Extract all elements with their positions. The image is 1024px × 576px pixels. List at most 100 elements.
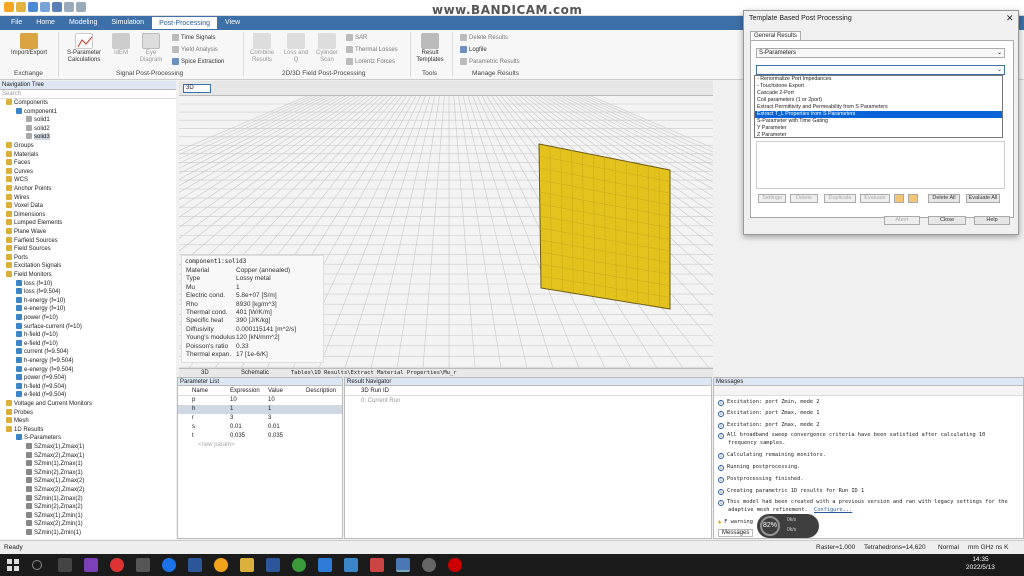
loss-q-button[interactable]: Loss and Q: [282, 33, 310, 64]
bandicam-icon[interactable]: [448, 558, 462, 572]
eye-diagram-button[interactable]: Eye Diagram: [136, 33, 166, 64]
tab-schematic[interactable]: Schematic: [241, 369, 269, 377]
dropdown-option[interactable]: Coil parameters (1 or 2port): [755, 97, 1002, 104]
tree-item[interactable]: e-energy (f=10): [16, 305, 65, 313]
tree-item[interactable]: Farfield Sources: [6, 236, 58, 245]
tree-item[interactable]: e-field (f=9.504): [16, 391, 66, 399]
tree-item[interactable]: SZmax(2),Zmin(1): [26, 520, 83, 528]
tree-item[interactable]: e-field (f=10): [16, 339, 58, 348]
thermal-losses-button[interactable]: Thermal Losses: [346, 46, 398, 53]
tree-item[interactable]: solid2: [26, 124, 50, 133]
tree-item[interactable]: Field Sources: [6, 245, 51, 253]
tree-item[interactable]: Plane Wave: [6, 228, 46, 236]
chrome-icon[interactable]: [110, 558, 124, 572]
tree-item[interactable]: Anchor Points: [6, 185, 51, 193]
close-button[interactable]: Close: [928, 216, 966, 225]
param-col-description[interactable]: Description: [306, 386, 336, 395]
tab-tables[interactable]: Tables\1D Results\Extract Material Prope…: [291, 369, 457, 377]
tree-item[interactable]: SZmin(1),Zmin(1): [26, 529, 81, 537]
dropdown-option[interactable]: - Renormalize Port Impedances: [755, 76, 1002, 83]
param-results-button[interactable]: Parametric Results: [460, 58, 520, 65]
result-nav-col[interactable]: 3D Run ID: [345, 386, 711, 396]
search-icon[interactable]: [32, 560, 42, 570]
tree-item[interactable]: Dimensions: [6, 210, 45, 219]
open-icon[interactable]: [16, 2, 26, 12]
spice-extraction-button[interactable]: Spice Extraction: [172, 58, 224, 65]
cylinder-scan-button[interactable]: Cylinder Scan: [312, 33, 342, 64]
param-row[interactable]: r 3 3: [178, 414, 342, 423]
time-signals-button[interactable]: Time Signals: [172, 34, 215, 41]
tree-item[interactable]: SZmax(1),Zmin(1): [26, 511, 83, 520]
dropdown-option[interactable]: Y Parameter: [755, 125, 1002, 132]
menu-file[interactable]: File: [4, 16, 29, 30]
settings-button[interactable]: Settings: [758, 194, 786, 203]
tree-item[interactable]: Curves: [6, 167, 33, 176]
configure-link[interactable]: Configure...: [814, 507, 852, 513]
app2-icon[interactable]: [422, 558, 436, 572]
template-list-area[interactable]: [756, 141, 1005, 189]
yield-analysis-button[interactable]: Yield Analysis: [172, 46, 218, 53]
menu-view[interactable]: View: [218, 16, 247, 30]
tree-item[interactable]: Wires: [6, 193, 29, 202]
onenote-icon[interactable]: [84, 558, 98, 572]
firefox-icon[interactable]: [214, 558, 228, 572]
word-icon-2[interactable]: [266, 558, 280, 572]
result-type-combo[interactable]: S-Parameters ⌄: [756, 48, 1005, 58]
word-icon[interactable]: [188, 558, 202, 572]
tree-item[interactable]: SZmin(2),Zmax(2): [26, 503, 83, 511]
lorentz-forces-button[interactable]: Lorentz Forces: [346, 58, 395, 65]
tree-item[interactable]: e-energy (f=9.504): [16, 365, 74, 374]
dropdown-option[interactable]: - Touchstone Export: [755, 83, 1002, 90]
close-icon[interactable]: ✕: [1006, 13, 1014, 24]
dropdown-option[interactable]: Extract T_L Properties from S Parameters: [755, 111, 1002, 118]
tree-item[interactable]: Faces: [6, 159, 30, 167]
tab-3d[interactable]: 3D: [201, 369, 209, 377]
tree-item[interactable]: Voltage and Current Monitors: [6, 400, 92, 408]
evaluate-all-button[interactable]: Evaluate All: [966, 194, 1000, 203]
menu-post-processing[interactable]: Post-Processing: [151, 16, 219, 30]
dropdown-option[interactable]: Extract Permittivity and Permeability fr…: [755, 104, 1002, 111]
tree-item[interactable]: loss (f=10): [16, 279, 52, 288]
tree-item[interactable]: loss (f=9.504): [16, 288, 61, 296]
tree-item[interactable]: SZmax(1),Zmax(2): [26, 477, 84, 485]
explorer-icon[interactable]: [240, 558, 254, 572]
dropdown-option[interactable]: Cascade 2-Port: [755, 90, 1002, 97]
param-row[interactable]: h 1 1: [178, 405, 342, 414]
tree-item[interactable]: SZmax(1),Zmax(1): [26, 443, 84, 451]
evaluate-button[interactable]: Evaluate: [860, 194, 890, 203]
tree-item[interactable]: Voxel Data: [6, 202, 43, 210]
combine-results-button[interactable]: Combine Results: [246, 33, 278, 64]
tree-item[interactable]: component1: [16, 107, 57, 116]
tree-item[interactable]: Probes: [6, 408, 33, 417]
photos-icon[interactable]: [370, 558, 384, 572]
tree-item[interactable]: Mesh: [6, 417, 29, 425]
messages-tab[interactable]: Messages: [718, 529, 754, 537]
edge-icon[interactable]: [162, 558, 176, 572]
undo-icon[interactable]: [64, 2, 74, 12]
green-app-icon[interactable]: [292, 558, 306, 572]
cst-icon[interactable]: [396, 558, 410, 572]
param-col-name[interactable]: Name: [192, 386, 230, 395]
menu-simulation[interactable]: Simulation: [104, 16, 151, 30]
save-as-icon[interactable]: [40, 2, 50, 12]
tree-item[interactable]: SZmax(2),Zmax(2): [26, 486, 84, 494]
menu-home[interactable]: Home: [29, 16, 62, 30]
tree-item[interactable]: Materials: [6, 150, 38, 159]
blue-app-icon[interactable]: [318, 558, 332, 572]
param-new-row[interactable]: <new param>: [178, 441, 342, 450]
template-combo[interactable]: ⌄: [756, 65, 1005, 75]
abort-button[interactable]: Abort: [884, 216, 920, 225]
logfile-button[interactable]: Logfile: [460, 46, 487, 53]
idem-button[interactable]: IdEM: [110, 33, 132, 57]
down-arrow-icon[interactable]: [908, 194, 918, 203]
tab-general-results[interactable]: General Results: [750, 31, 802, 40]
dropdown-option[interactable]: S-Parameter with Time Gating: [755, 118, 1002, 125]
tree-item[interactable]: WCS: [6, 176, 28, 184]
sparam-calc-button[interactable]: S-Parameter Calculations: [62, 33, 106, 64]
tree-item[interactable]: current (f=9.504): [16, 348, 69, 356]
sar-button[interactable]: SAR: [346, 34, 367, 41]
clock[interactable]: 14:35 2022/5/13: [966, 556, 995, 572]
tree-item[interactable]: solid3: [26, 133, 50, 141]
tree-item[interactable]: Field Monitors: [6, 271, 52, 279]
delete-button[interactable]: Delete: [790, 194, 818, 203]
